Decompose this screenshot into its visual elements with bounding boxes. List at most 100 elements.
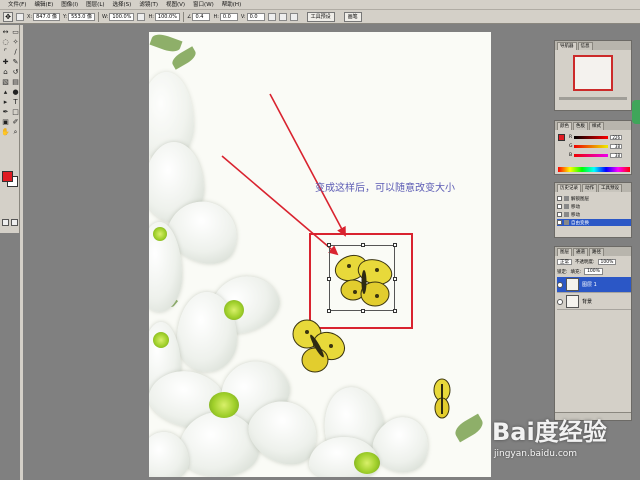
- history-checkbox[interactable]: [557, 220, 562, 225]
- history-item[interactable]: 移动: [557, 203, 631, 210]
- layer-blend-row: 正常 不透明度: 100%: [557, 259, 617, 265]
- leaf-shape: [452, 413, 486, 443]
- navigator-thumbnail[interactable]: [573, 55, 613, 91]
- pen-tool-icon[interactable]: ✒: [1, 108, 10, 117]
- history-checkbox[interactable]: [557, 212, 562, 217]
- healing-tool-icon[interactable]: ✚: [1, 58, 10, 67]
- standard-mode-icon[interactable]: [2, 219, 9, 226]
- opacity-input[interactable]: 100%: [597, 259, 617, 265]
- lasso-tool-icon[interactable]: ◌: [1, 38, 10, 47]
- history-checkbox[interactable]: [557, 204, 562, 209]
- v-skew-input[interactable]: 0.0: [246, 12, 265, 21]
- channel-slider[interactable]: [574, 153, 608, 157]
- menu-file[interactable]: 文件(F): [4, 0, 30, 10]
- butterfly-image: [292, 319, 346, 373]
- menu-layer[interactable]: 图层(L): [82, 0, 108, 10]
- marquee-tool-icon[interactable]: ▭: [11, 28, 20, 37]
- menu-help[interactable]: 帮助(H): [218, 0, 245, 10]
- warp-icon[interactable]: [267, 12, 276, 21]
- x-input[interactable]: 847.0 像: [33, 12, 61, 21]
- transform-tool-icon[interactable]: ✥: [3, 11, 13, 22]
- zoom-slider[interactable]: [559, 97, 627, 100]
- menu-window[interactable]: 窗口(W): [189, 0, 218, 10]
- commit-icon[interactable]: [289, 12, 298, 21]
- canvas-area: 变成这样后，可以随意改变大小: [23, 25, 553, 480]
- transform-handle[interactable]: [361, 243, 365, 247]
- history-brush-icon[interactable]: ↺: [11, 68, 20, 77]
- cancel-icon[interactable]: [278, 12, 287, 21]
- history-item[interactable]: 解锁图层: [557, 195, 631, 202]
- h-skew-input[interactable]: 0.0: [219, 12, 238, 21]
- eyedropper-icon[interactable]: ✐: [11, 118, 20, 127]
- brushes-tab[interactable]: 画笔: [343, 11, 362, 22]
- menu-view[interactable]: 视图(V): [162, 0, 189, 10]
- menu-select[interactable]: 选择(S): [109, 0, 136, 10]
- tab-channels[interactable]: 通道: [573, 248, 588, 256]
- tab-swatches[interactable]: 色板: [573, 122, 588, 130]
- hand-tool-icon[interactable]: ✋: [1, 128, 10, 137]
- stamp-tool-icon[interactable]: ⌂: [1, 68, 10, 77]
- tab-tool-presets[interactable]: 工具预设: [598, 184, 622, 192]
- notes-tool-icon[interactable]: ▣: [1, 118, 10, 127]
- y-input[interactable]: 553.0 像: [68, 12, 96, 21]
- transform-handle[interactable]: [327, 243, 331, 247]
- move-tool-icon[interactable]: ↔: [1, 28, 10, 37]
- tab-color[interactable]: 颜色: [557, 122, 572, 130]
- eye-icon[interactable]: [557, 281, 563, 288]
- eraser-tool-icon[interactable]: ▧: [1, 78, 10, 87]
- tab-actions[interactable]: 动作: [582, 184, 597, 192]
- magic-wand-icon[interactable]: ✧: [11, 38, 20, 47]
- layer-thumbnail: [566, 295, 579, 308]
- transform-handle[interactable]: [393, 243, 397, 247]
- w-input[interactable]: 100.0%: [109, 12, 135, 21]
- tab-paths[interactable]: 路径: [589, 248, 604, 256]
- channel-value[interactable]: 226: [610, 134, 622, 140]
- side-tab[interactable]: [632, 100, 640, 124]
- channel-slider[interactable]: [574, 135, 608, 139]
- tool-presets-tab[interactable]: 工具预设: [306, 11, 335, 22]
- tab-info[interactable]: 信息: [577, 42, 593, 50]
- h-skew-field: H: 0.0: [213, 12, 238, 21]
- brush-tool-icon[interactable]: ✎: [11, 58, 20, 67]
- menu-filter[interactable]: 滤镜(T): [135, 0, 162, 10]
- channel-value[interactable]: 38: [610, 143, 622, 149]
- path-select-icon[interactable]: ▸: [1, 98, 10, 107]
- dodge-tool-icon[interactable]: ●: [11, 88, 20, 97]
- layer-row[interactable]: 背景: [557, 294, 631, 310]
- blend-mode-select[interactable]: 正常: [557, 259, 572, 265]
- divider: [98, 11, 100, 22]
- menu-edit[interactable]: 编辑(E): [30, 0, 57, 10]
- history-item[interactable]: 移动: [557, 211, 631, 218]
- reference-point-icon[interactable]: [16, 12, 24, 21]
- quickmask-mode-icon[interactable]: [11, 219, 18, 226]
- butterfly-selected[interactable]: [331, 254, 397, 314]
- slice-tool-icon[interactable]: ∕: [11, 48, 20, 57]
- gradient-tool-icon[interactable]: ▤: [11, 78, 20, 87]
- history-checkbox[interactable]: [557, 196, 562, 201]
- menu-image[interactable]: 图像(I): [57, 0, 82, 10]
- channel-slider[interactable]: [574, 144, 608, 148]
- type-tool-icon[interactable]: T: [11, 98, 20, 107]
- shape-tool-icon[interactable]: □: [11, 108, 20, 117]
- blur-tool-icon[interactable]: ▴: [1, 88, 10, 97]
- color-preview-swatch[interactable]: [558, 134, 565, 141]
- divider: [182, 11, 184, 22]
- angle-input[interactable]: 0.4: [192, 12, 211, 21]
- fill-input[interactable]: 100%: [584, 268, 603, 275]
- eye-icon[interactable]: [557, 298, 563, 305]
- crop-tool-icon[interactable]: ⌜: [1, 48, 10, 57]
- document-canvas[interactable]: 变成这样后，可以随意改变大小: [149, 32, 491, 477]
- tab-layers[interactable]: 图层: [557, 248, 572, 256]
- tab-history[interactable]: 历史记录: [557, 184, 581, 192]
- layer-row-selected[interactable]: 图层 1: [557, 277, 631, 293]
- channel-value[interactable]: 38: [610, 152, 622, 158]
- tab-navigator[interactable]: 导航器: [557, 42, 577, 50]
- color-spectrum[interactable]: [558, 167, 630, 172]
- tab-styles[interactable]: 样式: [589, 122, 604, 130]
- zoom-tool-icon[interactable]: ⌕: [11, 128, 20, 137]
- history-item-selected[interactable]: 自由变换: [557, 219, 631, 226]
- h-skew-label: H:: [213, 13, 219, 20]
- foreground-color-swatch[interactable]: [2, 171, 13, 182]
- link-icon[interactable]: [137, 12, 146, 21]
- h-input[interactable]: 100.0%: [154, 12, 180, 21]
